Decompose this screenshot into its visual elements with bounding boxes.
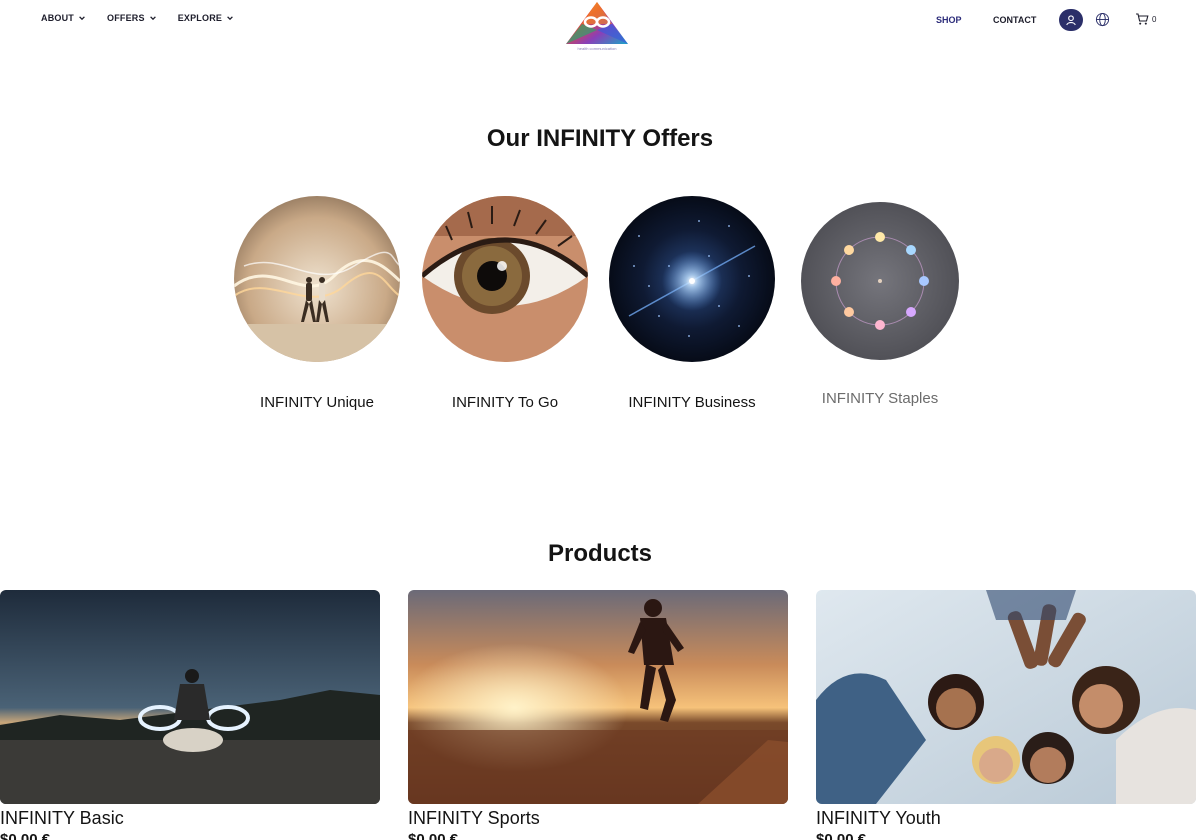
product-card-sports[interactable]: INFINITY Sports $0.00 €: [408, 590, 788, 840]
site-header: ABOUT OFFERS EXPLORE health communicatio…: [0, 0, 1200, 56]
offer-label-to-go: INFINITY To Go: [451, 394, 559, 411]
products-section-title: Products: [547, 540, 652, 567]
cart-count: 0: [1152, 14, 1157, 24]
utility-nav: SHOP CONTACT 0: [0, 8, 1200, 32]
offer-label-staples: INFINITY Staples: [821, 390, 939, 407]
product-card-basic[interactable]: INFINITY Basic $0.00 €: [0, 590, 380, 840]
product-name-sports: INFINITY Sports: [408, 808, 540, 828]
logo-tagline: health communication: [577, 46, 617, 51]
cart-button[interactable]: 0: [1135, 12, 1156, 26]
offer-image-to-go: [422, 196, 588, 362]
product-image-youth: [816, 590, 1196, 804]
contact-link[interactable]: CONTACT: [993, 15, 1036, 25]
offer-image-business: [609, 196, 775, 362]
offer-card-business[interactable]: INFINITY Business: [607, 196, 777, 411]
cart-icon: [1136, 13, 1149, 25]
offer-image-staples: [801, 202, 959, 360]
shop-link[interactable]: SHOP: [936, 15, 962, 25]
globe-icon[interactable]: [1095, 12, 1110, 27]
product-card-youth[interactable]: INFINITY Youth $0.00 €: [816, 590, 1196, 840]
offer-label-business: INFINITY Business: [628, 394, 756, 411]
account-button[interactable]: [1059, 9, 1083, 31]
offer-image-unique: [234, 196, 400, 362]
offer-card-to-go[interactable]: INFINITY To Go: [420, 196, 590, 411]
product-image-sports: [408, 590, 788, 804]
product-name-basic: INFINITY Basic: [0, 808, 124, 828]
product-price-sports: $0.00 €: [408, 831, 459, 840]
user-icon: [1066, 15, 1076, 26]
product-price-youth: $0.00 €: [816, 831, 867, 840]
product-image-basic: [0, 590, 380, 804]
offer-label-unique: INFINITY Unique: [260, 394, 374, 411]
product-price-basic: $0.00 €: [0, 831, 51, 840]
offer-card-unique[interactable]: INFINITY Unique: [232, 196, 402, 411]
offer-card-staples[interactable]: INFINITY Staples: [795, 196, 965, 407]
offers-section-title: Our INFINITY Offers: [486, 125, 714, 152]
product-name-youth: INFINITY Youth: [816, 808, 941, 828]
